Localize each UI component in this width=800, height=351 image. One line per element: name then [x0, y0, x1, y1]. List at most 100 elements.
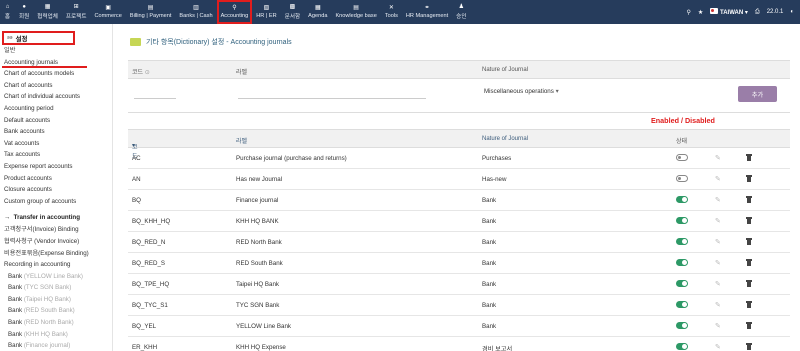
sidebar-item-8[interactable]: Vat accounts	[0, 138, 112, 150]
page-title-text: 기타 항목(Dictionary) 설정 - Accounting journa…	[146, 39, 292, 46]
toggle-on-icon[interactable]	[676, 196, 688, 203]
bank-item-name: (YELLOW Line Bank)	[23, 272, 83, 280]
nav-item-8[interactable]: ▧ HR | ER	[252, 0, 280, 24]
nav-item-6[interactable]: ▥ Banks | Cash	[175, 0, 216, 24]
row-code[interactable]: BQ	[132, 197, 141, 204]
edit-pencil-icon[interactable]: ✎	[715, 322, 721, 330]
delete-trash-icon[interactable]	[746, 217, 752, 224]
edit-pencil-icon[interactable]: ✎	[715, 175, 721, 183]
bookmark-star-icon[interactable]: ★	[698, 9, 703, 16]
edit-pencil-icon[interactable]: ✎	[715, 280, 721, 288]
toggle-on-icon[interactable]	[676, 280, 688, 287]
delete-trash-icon[interactable]	[746, 301, 752, 308]
edit-pencil-icon[interactable]: ✎	[715, 154, 721, 162]
sidebar-item-5[interactable]: Accounting period	[0, 103, 112, 115]
sidebar-item-6[interactable]: Default accounts	[0, 115, 112, 127]
nav-item-10[interactable]: ▦ Agenda	[304, 0, 331, 24]
nav-item-5[interactable]: ▤ Billing | Payment	[126, 0, 176, 24]
row-code[interactable]: ER_KHH	[132, 344, 157, 351]
nav-item-label: HR | ER	[256, 13, 277, 19]
sidebar-bank-item-1[interactable]: Bank (TYC SGN Bank)	[0, 282, 112, 294]
sidebar-item-0[interactable]: 일반	[0, 45, 112, 57]
nature-select[interactable]: Miscellaneous operations ▾	[484, 88, 559, 95]
print-icon[interactable]: ⎙	[755, 9, 760, 16]
nav-item-label: Agenda	[308, 13, 328, 19]
add-button[interactable]: 추가	[738, 86, 777, 102]
form-header-row: 코드 ⊙ 라벨 Nature of Journal	[128, 60, 790, 79]
delete-trash-icon[interactable]	[746, 196, 752, 203]
sidebar-transfer-item-0[interactable]: 고객청구서(Invoice) Binding	[0, 224, 112, 236]
row-code[interactable]: BQ_YEL	[132, 323, 156, 330]
edit-pencil-icon[interactable]: ✎	[715, 343, 721, 351]
sidebar-bank-item-0[interactable]: Bank (YELLOW Line Bank)	[0, 271, 112, 283]
sidebar-item-3[interactable]: Chart of accounts	[0, 80, 112, 92]
list-col-label[interactable]: 라벨	[236, 136, 247, 145]
label-input[interactable]	[238, 98, 426, 99]
company-selector[interactable]: TAIWAN ▾	[710, 8, 748, 16]
toggle-on-icon[interactable]	[676, 322, 688, 329]
sidebar-transfer-item-2[interactable]: 비용전표묶음(Expense Binding)	[0, 248, 112, 260]
delete-trash-icon[interactable]	[746, 280, 752, 287]
sidebar-item-11[interactable]: Product accounts	[0, 173, 112, 185]
nav-item-2[interactable]: ▦ 협력업체	[33, 0, 62, 24]
edit-pencil-icon[interactable]: ✎	[715, 238, 721, 246]
nav-item-1[interactable]: ● 회원	[15, 0, 33, 24]
toggle-on-icon[interactable]	[676, 217, 688, 224]
sidebar-heading-settings[interactable]: ǝǝ 설정	[2, 31, 75, 45]
nav-item-7[interactable]: ⚲ Accounting	[216, 0, 253, 24]
nav-item-3[interactable]: ⊞ 프로젝트	[62, 0, 91, 24]
sidebar-item-13[interactable]: Custom group of accounts	[0, 196, 112, 208]
row-code[interactable]: BQ_TYC_S1	[132, 302, 168, 309]
edit-pencil-icon[interactable]: ✎	[715, 217, 721, 225]
sidebar-item-2[interactable]: Chart of accounts models	[0, 68, 112, 80]
sidebar-bank-item-3[interactable]: Bank (RED South Bank)	[0, 305, 112, 317]
row-code[interactable]: AC	[132, 155, 141, 162]
toggle-off-icon[interactable]	[676, 154, 688, 161]
nav-item-14[interactable]: ♟ 승인	[452, 0, 470, 24]
code-input[interactable]	[134, 98, 176, 99]
row-code[interactable]: AN	[132, 176, 141, 183]
nav-item-9[interactable]: ▩ 문서함	[281, 0, 304, 24]
edit-pencil-icon[interactable]: ✎	[715, 259, 721, 267]
nav-item-13[interactable]: ⚭ HR Management	[402, 0, 452, 24]
table-row: ER_KHH KHH HQ Expense 경비 보고서 ✎	[128, 337, 790, 351]
sidebar-item-12[interactable]: Closure accounts	[0, 184, 112, 196]
row-code[interactable]: BQ_TPE_HQ	[132, 281, 169, 288]
delete-trash-icon[interactable]	[746, 238, 752, 245]
toggle-off-icon[interactable]	[676, 175, 688, 182]
sidebar-bank-item-2[interactable]: Bank (Taipei HQ Bank)	[0, 294, 112, 306]
toggle-on-icon[interactable]	[676, 343, 688, 350]
delete-trash-icon[interactable]	[746, 175, 752, 182]
edit-pencil-icon[interactable]: ✎	[715, 196, 721, 204]
nav-item-12[interactable]: ✕ Tools	[381, 0, 402, 24]
sidebar-item-1[interactable]: Accounting journals	[0, 57, 112, 69]
nav-item-0[interactable]: ⌂ 홈	[0, 0, 15, 24]
row-code[interactable]: BQ_RED_S	[132, 260, 165, 267]
sidebar-item-7[interactable]: Bank accounts	[0, 126, 112, 138]
sidebar-bank-item-6[interactable]: Bank (Finance journal)	[0, 340, 112, 351]
delete-trash-icon[interactable]	[746, 322, 752, 329]
search-icon[interactable]: ⚲	[687, 9, 691, 16]
sidebar-item-9[interactable]: Tax accounts	[0, 149, 112, 161]
nav-item-11[interactable]: ▤ Knowledge base	[331, 0, 380, 24]
sidebar-bank-item-5[interactable]: Bank (KHH HQ Bank)	[0, 329, 112, 341]
toggle-on-icon[interactable]	[676, 301, 688, 308]
list-col-nature[interactable]: Nature of Journal	[482, 136, 528, 142]
form-col-nature: Nature of Journal	[482, 67, 529, 73]
delete-trash-icon[interactable]	[746, 154, 752, 161]
nav-item-4[interactable]: ▣ Commerce	[90, 0, 125, 24]
sidebar-item-10[interactable]: Expense report accounts	[0, 161, 112, 173]
sidebar-item-4[interactable]: Chart of individual accounts	[0, 91, 112, 103]
toggle-on-icon[interactable]	[676, 238, 688, 245]
sidebar-transfer-item-3[interactable]: Recording in accounting	[0, 259, 112, 271]
edit-pencil-icon[interactable]: ✎	[715, 301, 721, 309]
row-code[interactable]: BQ_KHH_HQ	[132, 218, 170, 225]
toggle-on-icon[interactable]	[676, 259, 688, 266]
delete-trash-icon[interactable]	[746, 259, 752, 266]
delete-trash-icon[interactable]	[746, 343, 752, 350]
bank-item-name: (Taipei HQ Bank)	[23, 295, 71, 303]
sidebar-bank-item-4[interactable]: Bank (RED North Bank)	[0, 317, 112, 329]
row-code[interactable]: BQ_RED_N	[132, 239, 165, 246]
user-menu-icon[interactable]: ◐	[790, 9, 794, 15]
sidebar-transfer-item-1[interactable]: 협력사청구 (Vendor Invoice)	[0, 236, 112, 248]
